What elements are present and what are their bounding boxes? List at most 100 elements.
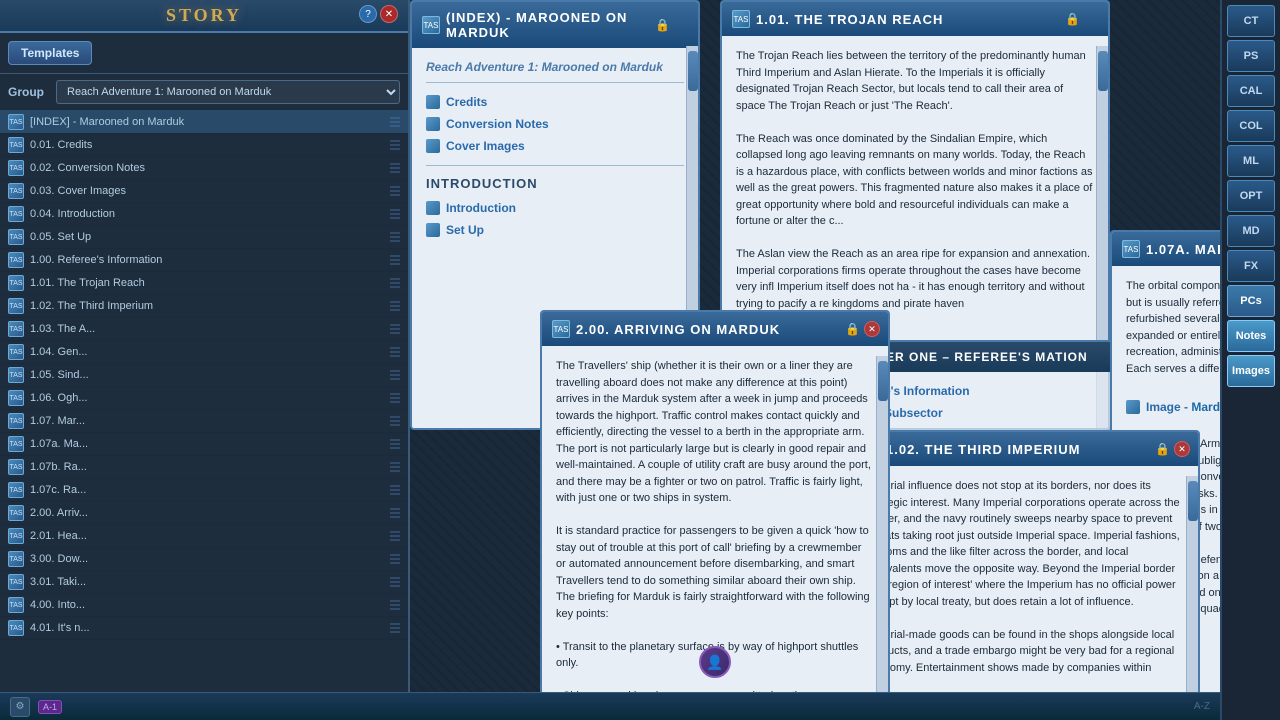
- list-item[interactable]: TAS 1.07b. Ra...: [0, 456, 408, 479]
- panel-arriving-close[interactable]: ✕: [864, 321, 880, 337]
- list-item[interactable]: TAS 4.00. Into...: [0, 594, 408, 617]
- trojan-body-text: The Trojan Reach lies between the territ…: [736, 48, 1094, 114]
- lock-icon: 🔒: [655, 18, 670, 32]
- setup-link[interactable]: Set Up: [426, 219, 684, 241]
- list-item[interactable]: TAS 0.05. Set Up: [0, 226, 408, 249]
- sidebar-btn-ml[interactable]: ML: [1227, 145, 1275, 177]
- sidebar-btn-ct[interactable]: CT: [1227, 5, 1275, 37]
- item-icon: TAS: [8, 436, 24, 452]
- drag-handle-icon: [390, 462, 400, 472]
- panel-trojan-title: 1.01. THE TROJAN REACH: [756, 12, 943, 27]
- panel-arriving: TAS 2.00. ARRIVING ON MARDUK 🔒 ✕ The Tra…: [540, 310, 890, 720]
- templates-tab[interactable]: Templates: [8, 41, 92, 65]
- drag-handle-icon: [390, 163, 400, 173]
- panel-imperium-scrollbar[interactable]: [1186, 476, 1198, 708]
- bottom-icon-1[interactable]: ⚙: [10, 697, 30, 717]
- link-icon: [426, 223, 440, 237]
- list-item[interactable]: TAS 1.06. Ogh...: [0, 387, 408, 410]
- sidebar-btn-pcs[interactable]: PCs: [1227, 285, 1275, 317]
- lock-icon: 🔒: [1065, 12, 1080, 26]
- link-icon: [426, 201, 440, 215]
- list-item[interactable]: TAS 1.07. Mar...: [0, 410, 408, 433]
- credits-link[interactable]: Credits: [426, 91, 684, 113]
- list-item[interactable]: TAS 1.07a. Ma...: [0, 433, 408, 456]
- link-text: Conversion Notes: [446, 117, 549, 131]
- intro-link[interactable]: Introduction: [426, 197, 684, 219]
- imperium-body: Imperial influence does not stop at its …: [866, 478, 1184, 610]
- item-icon: TAS: [8, 528, 24, 544]
- panel-index-title: (INDEX) - MAROONED ON MARDUK: [446, 10, 688, 40]
- list-item[interactable]: TAS 1.02. The Third Imperium: [0, 295, 408, 318]
- sidebar-btn-opt[interactable]: OPT: [1227, 180, 1275, 212]
- scrollbar-thumb[interactable]: [878, 361, 888, 401]
- scrollbar-thumb[interactable]: [688, 51, 698, 91]
- item-text: 1.00. Referee's Information: [30, 254, 384, 266]
- sidebar-btn-cal[interactable]: CAL: [1227, 75, 1275, 107]
- sidebar-btn-fx[interactable]: FX: [1227, 250, 1275, 282]
- list-item[interactable]: TAS 0.01. Credits: [0, 134, 408, 157]
- app-title: STORY: [166, 5, 242, 26]
- panel-imperium-close[interactable]: ✕: [1174, 441, 1190, 457]
- list-item[interactable]: TAS 4.01. It's n...: [0, 617, 408, 640]
- panel-index-icon: TAS: [422, 16, 440, 34]
- templates-section: Templates: [0, 33, 408, 74]
- drag-handle-icon: [390, 232, 400, 242]
- group-select[interactable]: Reach Adventure 1: Marooned on Marduk: [56, 80, 400, 104]
- list-item[interactable]: TAS 2.01. Hea...: [0, 525, 408, 548]
- list-item[interactable]: TAS 1.01. The Trojan Reach: [0, 272, 408, 295]
- list-item[interactable]: TAS [INDEX] - Marooned on Marduk: [0, 111, 408, 134]
- arriving-body2: It is standard practice for passengers t…: [556, 523, 874, 622]
- sidebar-btn-col[interactable]: COL: [1227, 110, 1275, 142]
- subsector-link[interactable]: Subsector: [864, 402, 1136, 424]
- list-item[interactable]: TAS 3.01. Taki...: [0, 571, 408, 594]
- item-icon: TAS: [8, 459, 24, 475]
- panel-imperium-content: Imperial influence does not stop at its …: [852, 466, 1198, 698]
- bottom-az: A-Z: [1194, 701, 1210, 712]
- help-button[interactable]: ?: [359, 5, 377, 23]
- panel-arriving-scrollbar[interactable]: [876, 356, 888, 718]
- sidebar-btn-md[interactable]: MD: [1227, 215, 1275, 247]
- list-item[interactable]: TAS 1.05. Sind...: [0, 364, 408, 387]
- link-text: e's Information: [884, 384, 970, 398]
- panel-index-header: TAS (INDEX) - MAROONED ON MARDUK 🔒: [412, 2, 698, 48]
- list-item[interactable]: TAS 0.03. Cover Images: [0, 180, 408, 203]
- item-text: 3.01. Taki...: [30, 576, 384, 588]
- cover-link[interactable]: Cover Images: [426, 135, 684, 157]
- ref-info-link[interactable]: e's Information: [864, 380, 1136, 402]
- item-text: 1.03. The A...: [30, 323, 384, 335]
- drag-handle-icon: [390, 393, 400, 403]
- panel-arriving-icon: TAS: [552, 320, 570, 338]
- item-text: 0.03. Cover Images: [30, 185, 384, 197]
- item-text: 3.00. Dow...: [30, 553, 384, 565]
- item-icon: TAS: [8, 183, 24, 199]
- list-item[interactable]: TAS 1.03. The A...: [0, 318, 408, 341]
- list-item[interactable]: TAS 1.04. Gen...: [0, 341, 408, 364]
- link-text: Cover Images: [446, 139, 525, 153]
- scrollbar-thumb[interactable]: [1098, 51, 1108, 91]
- panel-trojan-icon: TAS: [732, 10, 750, 28]
- sidebar-btn-ps[interactable]: PS: [1227, 40, 1275, 72]
- list-item[interactable]: TAS 0.02. Conversion Notes: [0, 157, 408, 180]
- panel-trojan-header: TAS 1.01. THE TROJAN REACH 🔒: [722, 2, 1108, 36]
- list-item[interactable]: TAS 1.07c. Ra...: [0, 479, 408, 502]
- item-icon: TAS: [8, 367, 24, 383]
- panel-arriving-header: TAS 2.00. ARRIVING ON MARDUK 🔒 ✕: [542, 312, 888, 346]
- close-button[interactable]: ✕: [380, 5, 398, 23]
- link-icon: [426, 117, 440, 131]
- drag-handle-icon: [390, 347, 400, 357]
- drag-handle-icon: [390, 324, 400, 334]
- item-icon: TAS: [8, 551, 24, 567]
- conversion-link[interactable]: Conversion Notes: [426, 113, 684, 135]
- sidebar-btn-notes[interactable]: Notes: [1227, 320, 1275, 352]
- drag-handle-icon: [390, 278, 400, 288]
- lock-icon: 🔒: [845, 322, 860, 336]
- list-item[interactable]: TAS 1.00. Referee's Information: [0, 249, 408, 272]
- scrollbar-thumb[interactable]: [1188, 481, 1198, 521]
- item-text: 1.05. Sind...: [30, 369, 384, 381]
- item-icon: TAS: [8, 390, 24, 406]
- list-item[interactable]: TAS 3.00. Dow...: [0, 548, 408, 571]
- list-item[interactable]: TAS 2.00. Arriv...: [0, 502, 408, 525]
- list-item[interactable]: TAS 0.04. Introduction: [0, 203, 408, 226]
- item-icon: TAS: [8, 344, 24, 360]
- sidebar-btn-images[interactable]: Images: [1227, 355, 1275, 387]
